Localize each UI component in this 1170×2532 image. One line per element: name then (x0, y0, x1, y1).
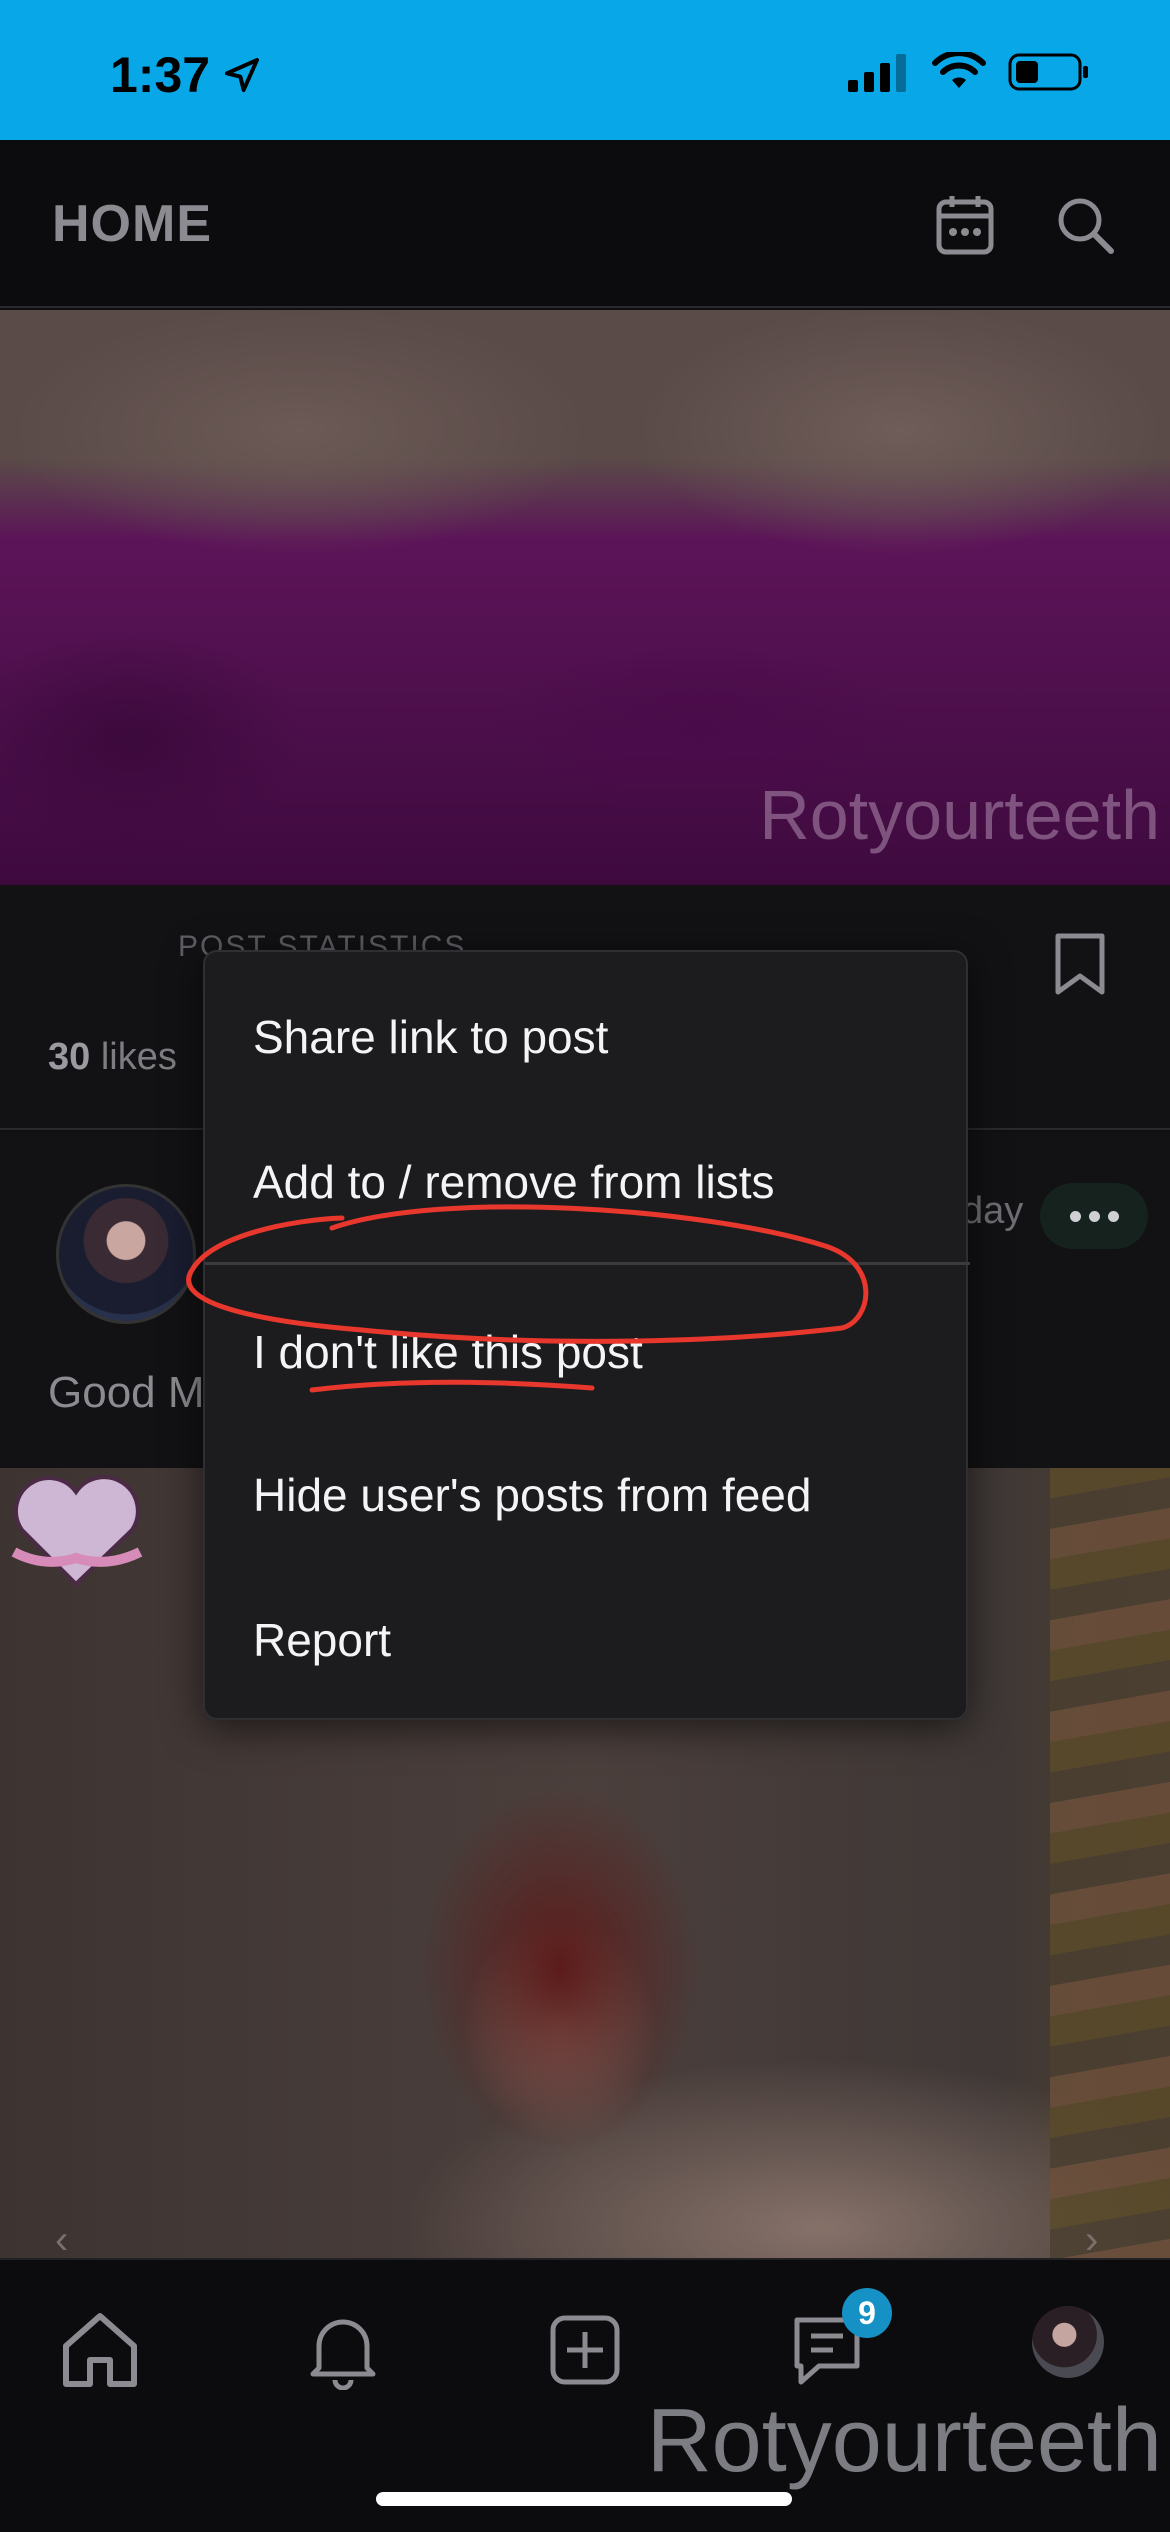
carousel-next-icon[interactable]: › (1085, 2218, 1098, 2263)
menu-divider (205, 1262, 970, 1265)
menu-add-to-lists[interactable]: Add to / remove from lists (205, 1112, 970, 1252)
menu-hide-user-posts[interactable]: Hide user's posts from feed (205, 1425, 970, 1565)
nav-profile-avatar[interactable] (1032, 2306, 1104, 2378)
likes-label: likes (100, 1036, 177, 1078)
post-more-options-button[interactable] (1040, 1183, 1148, 1249)
likes-count: 30 likes (48, 1036, 177, 1079)
media-watermark: Rotyourteeth (759, 776, 1160, 854)
menu-dont-like-post[interactable]: I don't like this post (205, 1282, 970, 1422)
search-icon (1058, 198, 1114, 254)
carousel-prev-icon[interactable]: ‹ (55, 2218, 68, 2263)
post-date: day (962, 1190, 1024, 1232)
nav-home[interactable] (55, 2305, 145, 2395)
add-post-icon (550, 2315, 620, 2385)
home-icon (63, 2313, 137, 2387)
calendar-icon (936, 196, 994, 255)
status-time-text: 1:37 (110, 47, 211, 103)
post-context-menu: Share link to post Add to / remove from … (203, 950, 970, 1720)
signal-icon (848, 54, 906, 92)
menu-report[interactable]: Report (205, 1570, 970, 1710)
post-caption: Good M (48, 1368, 205, 1417)
background-poster (1050, 1468, 1170, 2258)
wifi-icon (932, 52, 986, 88)
status-bar: 1:37 (0, 0, 1170, 140)
menu-share-link[interactable]: Share link to post (205, 967, 970, 1107)
home-indicator (376, 2492, 792, 2506)
messages-badge: 9 (842, 2288, 892, 2338)
calendar-button[interactable] (930, 190, 1000, 260)
nav-notifications[interactable] (298, 2305, 388, 2395)
page-title: HOME (52, 195, 212, 253)
bookmark-icon[interactable] (1052, 932, 1108, 996)
heart-sticker-icon (11, 1475, 143, 1587)
overlay-watermark: Rotyourteeth (646, 2391, 1162, 2491)
likes-number: 30 (48, 1036, 91, 1078)
author-avatar[interactable] (56, 1184, 196, 1324)
bell-icon (310, 2319, 376, 2390)
app-header: HOME (0, 140, 1170, 308)
status-time: 1:37 (110, 46, 262, 104)
location-arrow-icon (225, 58, 260, 92)
search-button[interactable] (1050, 190, 1120, 260)
post-media-1[interactable]: Rotyourteeth (0, 310, 1170, 885)
nav-add-post[interactable] (540, 2305, 630, 2395)
battery-icon (1008, 53, 1088, 91)
